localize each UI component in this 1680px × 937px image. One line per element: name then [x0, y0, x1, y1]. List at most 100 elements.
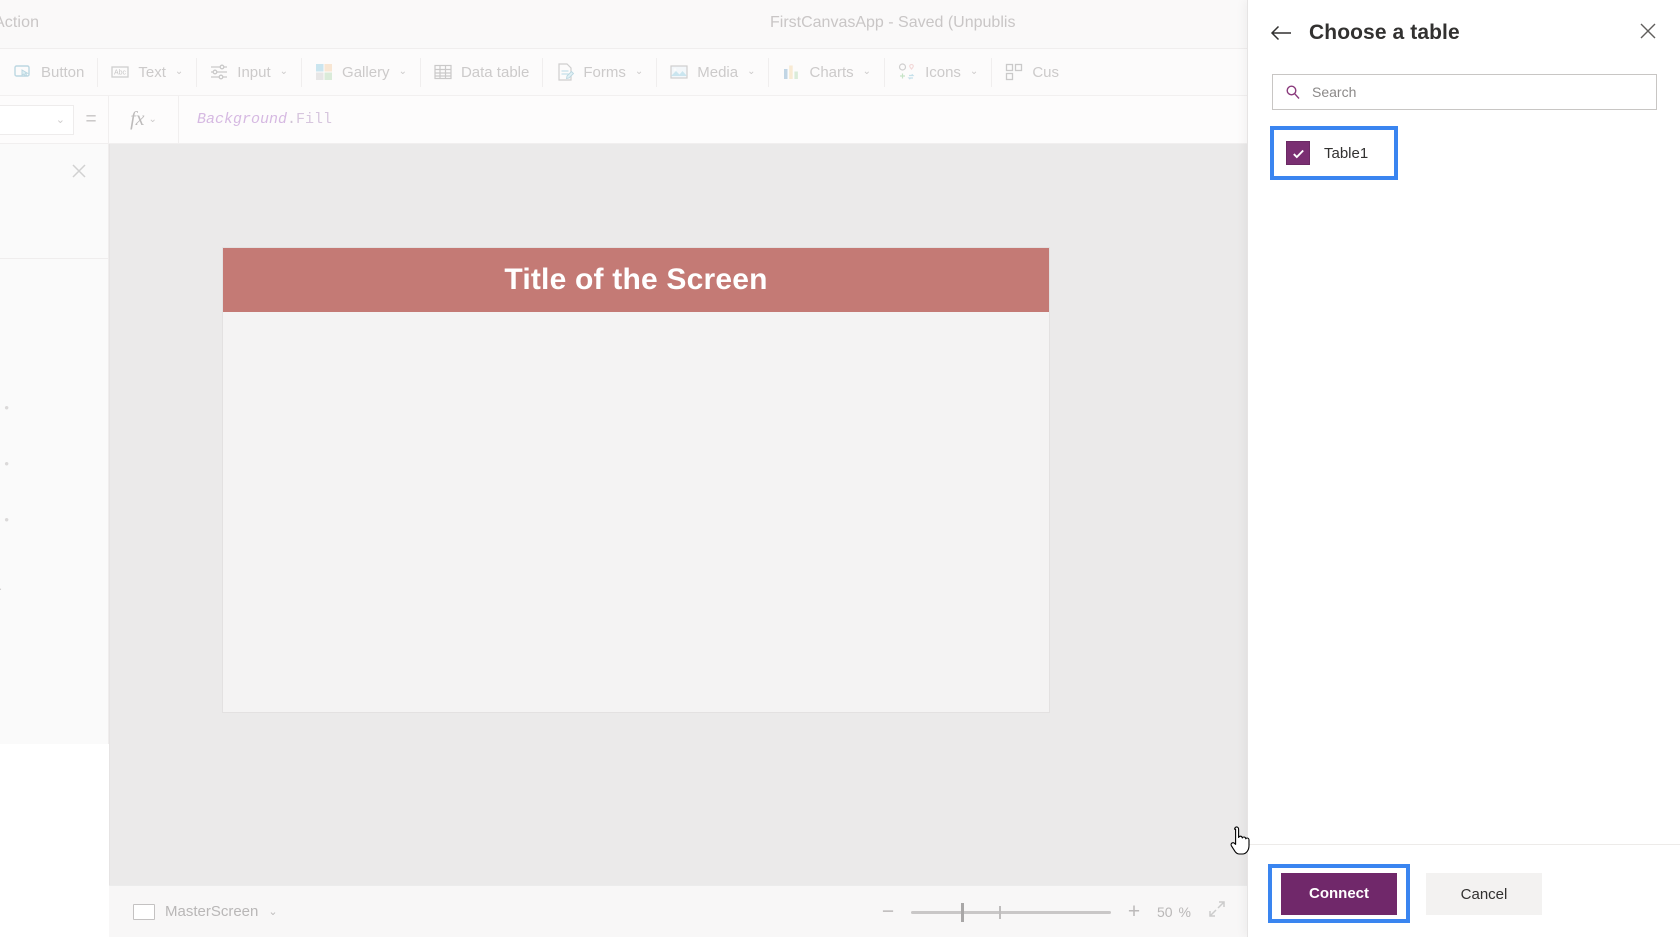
app-title-status: FirstCanvasApp - Saved (Unpublis	[770, 14, 1016, 31]
gallery-grid-icon	[314, 62, 334, 82]
chevron-down-icon: ⌄	[862, 66, 872, 77]
button-icon	[13, 62, 33, 82]
screen-name-label: MasterScreen	[165, 903, 259, 920]
custom-component-icon	[1004, 62, 1024, 82]
connect-button-highlight: Connect	[1268, 864, 1410, 923]
search-placeholder: Search	[1312, 84, 1357, 100]
toolbar-item-label: Button	[41, 63, 85, 81]
divider	[0, 258, 109, 259]
toolbar-item-gallery[interactable]: Gallery ⌄	[301, 49, 420, 96]
toolbar-item-icons[interactable]: Icons ⌄	[884, 49, 991, 96]
close-icon[interactable]	[70, 162, 88, 180]
toolbar-item-charts[interactable]: Charts ⌄	[768, 49, 884, 96]
toolbar-item-label: Charts	[809, 63, 854, 81]
formula-text[interactable]: Background.Fill	[179, 111, 332, 128]
toolbar-item-button[interactable]: Button	[0, 49, 97, 96]
data-table-icon	[433, 62, 453, 82]
zoom-slider-track	[910, 910, 1111, 914]
toolbar-item-forms[interactable]: Forms ⌄	[542, 49, 656, 96]
search-icon	[1285, 84, 1301, 100]
left-pane-row[interactable]: • • • k.com	[0, 400, 109, 427]
forms-icon	[555, 62, 575, 82]
left-properties-pane: • • • k.com • • • • • • ovider lets you …	[0, 144, 109, 744]
panel-header: Choose a table	[1248, 0, 1680, 66]
zoom-controls: − + 50%	[873, 897, 1247, 927]
checkbox-checked-icon[interactable]	[1286, 141, 1310, 165]
choose-table-panel: Choose a table Search Table1 Connect Can…	[1247, 0, 1680, 937]
formula-dot: .	[287, 111, 297, 128]
table-list-item-table1[interactable]: Table1	[1270, 126, 1398, 180]
toolbar-item-data-table[interactable]: Data table	[419, 49, 542, 96]
toolbar-item-input[interactable]: Input ⌄	[196, 49, 301, 96]
zoom-percent: 50%	[1157, 904, 1191, 920]
chevron-down-icon: ⌄	[634, 66, 644, 77]
toolbar-item-label: Forms	[583, 63, 626, 81]
equals-sign: =	[85, 108, 97, 130]
screen-title-banner[interactable]: Title of the Screen	[223, 248, 1049, 312]
toolbar-item-label: Gallery	[342, 63, 390, 81]
chevron-down-icon: ⌄	[398, 66, 407, 77]
svg-text:Abc: Abc	[114, 70, 127, 77]
chevron-down-icon: ⌄	[747, 66, 756, 77]
chevron-down-icon: ⌄	[55, 114, 65, 126]
overflow-menu-icon[interactable]: • • •	[0, 512, 11, 527]
search-input[interactable]: Search	[1272, 74, 1657, 110]
fx-icon: fx	[130, 108, 145, 130]
zoom-in-button[interactable]: +	[1119, 897, 1149, 927]
connect-button[interactable]: Connect	[1281, 872, 1397, 915]
fit-to-screen-icon[interactable]	[1207, 899, 1227, 924]
screen-selector[interactable]: MasterScreen ⌄	[133, 903, 278, 920]
zoom-unit: %	[1178, 903, 1191, 920]
toolbar-item-label: Media	[697, 63, 739, 81]
insert-toolbar: Button Abc Text ⌄ Input ⌄ Gallery ⌄ Data…	[0, 49, 1247, 96]
table-name-label: Table1	[1324, 144, 1369, 162]
zoom-slider[interactable]	[910, 897, 1111, 927]
toolbar-item-media[interactable]: Media ⌄	[656, 49, 768, 96]
zoom-value: 50	[1156, 903, 1173, 920]
chevron-down-icon: ⌄	[148, 114, 157, 125]
editor-region: Action FirstCanvasApp - Saved (Unpublis …	[0, 0, 1247, 937]
icons-shapes-icon	[897, 62, 917, 82]
formula-input-wrapper[interactable]: fx ⌄ Background.Fill	[108, 95, 1247, 144]
panel-title: Choose a table	[1309, 21, 1460, 44]
zoom-slider-tick	[998, 905, 1001, 919]
canvas-area[interactable]: Title of the Screen	[109, 144, 1247, 885]
screen-thumbnail-icon	[133, 903, 155, 920]
toolbar-item-label: Icons	[925, 63, 961, 81]
text-abc-icon: Abc	[110, 62, 130, 82]
screen-title-text: Title of the Screen	[504, 263, 768, 296]
close-icon[interactable]	[1638, 21, 1658, 41]
command-bar: Action FirstCanvasApp - Saved (Unpublis	[0, 0, 1247, 49]
zoom-out-button[interactable]: −	[873, 897, 903, 927]
app-screen-preview[interactable]: Title of the Screen	[223, 248, 1049, 712]
toolbar-item-label: Input	[237, 63, 271, 81]
fx-button[interactable]: fx ⌄	[109, 96, 179, 143]
command-bar-action-label[interactable]: Action	[0, 14, 39, 32]
property-select[interactable]: ⌄	[0, 104, 74, 135]
input-sliders-icon	[209, 62, 229, 82]
charts-bar-icon	[781, 62, 801, 82]
cancel-button[interactable]: Cancel	[1426, 873, 1542, 915]
overflow-menu-icon[interactable]: • • •	[0, 400, 11, 415]
status-bar: MasterScreen ⌄ − + 50%	[109, 885, 1247, 937]
chevron-down-icon: ⌄	[969, 66, 979, 77]
toolbar-item-label: Text	[138, 63, 166, 81]
toolbar-item-label: Data table	[460, 63, 530, 81]
chevron-down-icon: ⌄	[174, 66, 184, 77]
back-arrow-icon[interactable]	[1270, 22, 1292, 44]
overflow-menu-icon[interactable]: • • •	[0, 456, 11, 471]
formula-bar: ⌄ = fx ⌄ Background.Fill	[0, 95, 1247, 144]
toolbar-item-custom[interactable]: Cus	[991, 49, 1072, 96]
left-pane-row[interactable]: ovider lets you ...	[0, 578, 109, 593]
left-pane-row[interactable]: e your files. Yo...	[0, 634, 109, 649]
media-image-icon	[669, 62, 689, 82]
formula-object: Background	[197, 111, 288, 128]
chevron-down-icon: ⌄	[279, 66, 289, 77]
toolbar-item-label: Cus	[1032, 63, 1059, 81]
zoom-slider-thumb[interactable]	[960, 902, 964, 922]
chevron-down-icon: ⌄	[268, 906, 278, 918]
powerapps-studio-window: Action FirstCanvasApp - Saved (Unpublis …	[0, 0, 1680, 937]
panel-footer: Connect Cancel	[1248, 844, 1680, 937]
toolbar-item-text[interactable]: Abc Text ⌄	[97, 49, 196, 96]
left-pane-row-label: ovider lets you ...	[0, 578, 2, 593]
